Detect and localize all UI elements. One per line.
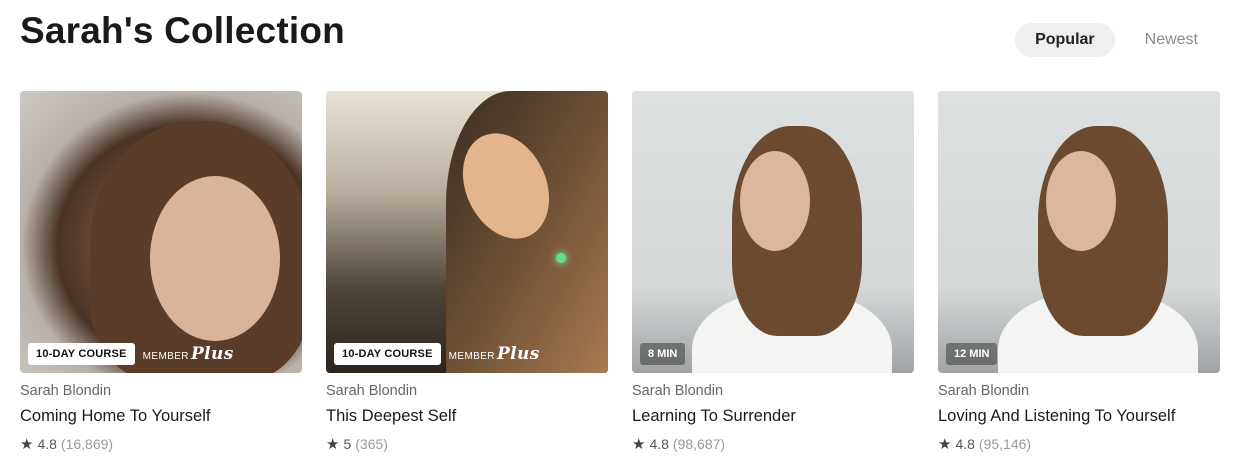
rating-value: 5 xyxy=(343,436,352,452)
course-thumbnail[interactable]: 10-DAY COURSE MEMBER Plus xyxy=(326,91,608,373)
course-grid: 10-DAY COURSE MEMBER Plus Sarah Blondin … xyxy=(20,91,1220,453)
teacher-name[interactable]: Sarah Blondin xyxy=(632,383,914,399)
rating-count: (98,687) xyxy=(672,436,726,452)
plus-label: Plus xyxy=(190,344,234,364)
page-title: Sarah's Collection xyxy=(20,10,345,51)
rating: ★ 4.8 (95,146) xyxy=(938,435,1220,453)
rating-count: (95,146) xyxy=(978,436,1032,452)
thumbnail-overlay: 10-DAY COURSE MEMBER Plus xyxy=(334,343,540,365)
member-plus-logo: MEMBER Plus xyxy=(143,344,234,364)
thumbnail-overlay: 8 MIN xyxy=(640,343,686,365)
course-card[interactable]: 10-DAY COURSE MEMBER Plus Sarah Blondin … xyxy=(20,91,302,453)
course-card[interactable]: 12 MIN Sarah Blondin Loving And Listenin… xyxy=(938,91,1220,453)
member-label: MEMBER xyxy=(142,351,189,362)
star-icon: ★ xyxy=(938,436,952,453)
member-label: MEMBER xyxy=(448,351,495,362)
rating: ★ 4.8 (16,869) xyxy=(20,435,302,453)
course-card[interactable]: 8 MIN Sarah Blondin Learning To Surrende… xyxy=(632,91,914,453)
duration-badge: 12 MIN xyxy=(946,343,998,365)
rating: ★ 5 (365) xyxy=(326,435,608,453)
sort-toggle: Popular Newest xyxy=(1015,23,1218,57)
course-title[interactable]: This Deepest Self xyxy=(326,407,608,426)
collection-header: Sarah's Collection Popular Newest xyxy=(20,10,1218,60)
sort-popular-button[interactable]: Popular xyxy=(1015,23,1115,57)
course-thumbnail[interactable]: 10-DAY COURSE MEMBER Plus xyxy=(20,91,302,373)
teacher-name[interactable]: Sarah Blondin xyxy=(938,383,1220,399)
lens-flare xyxy=(556,253,566,263)
thumbnail-overlay: 10-DAY COURSE MEMBER Plus xyxy=(28,343,234,365)
course-title[interactable]: Learning To Surrender xyxy=(632,407,914,426)
rating: ★ 4.8 (98,687) xyxy=(632,435,914,453)
rating-value: 4.8 xyxy=(955,436,975,452)
course-title[interactable]: Coming Home To Yourself xyxy=(20,407,302,426)
course-thumbnail[interactable]: 8 MIN xyxy=(632,91,914,373)
course-card[interactable]: 10-DAY COURSE MEMBER Plus Sarah Blondin … xyxy=(326,91,608,453)
rating-value: 4.8 xyxy=(37,436,57,452)
thumbnail-image-face xyxy=(150,176,280,341)
duration-badge: 8 MIN xyxy=(640,343,686,365)
thumbnail-overlay: 12 MIN xyxy=(946,343,998,365)
rating-count: (16,869) xyxy=(60,436,114,452)
course-title[interactable]: Loving And Listening To Yourself xyxy=(938,407,1220,426)
rating-value: 4.8 xyxy=(649,436,669,452)
thumbnail-image-face xyxy=(1046,151,1116,251)
star-icon: ★ xyxy=(632,436,646,453)
thumbnail-image-face xyxy=(740,151,810,251)
course-badge: 10-DAY COURSE xyxy=(28,343,135,365)
teacher-name[interactable]: Sarah Blondin xyxy=(20,383,302,399)
teacher-name[interactable]: Sarah Blondin xyxy=(326,383,608,399)
sort-newest-button[interactable]: Newest xyxy=(1125,23,1218,57)
rating-count: (365) xyxy=(355,436,388,452)
course-badge: 10-DAY COURSE xyxy=(334,343,441,365)
plus-label: Plus xyxy=(496,344,540,364)
member-plus-logo: MEMBER Plus xyxy=(449,344,540,364)
star-icon: ★ xyxy=(326,436,340,453)
star-icon: ★ xyxy=(20,436,34,453)
course-thumbnail[interactable]: 12 MIN xyxy=(938,91,1220,373)
